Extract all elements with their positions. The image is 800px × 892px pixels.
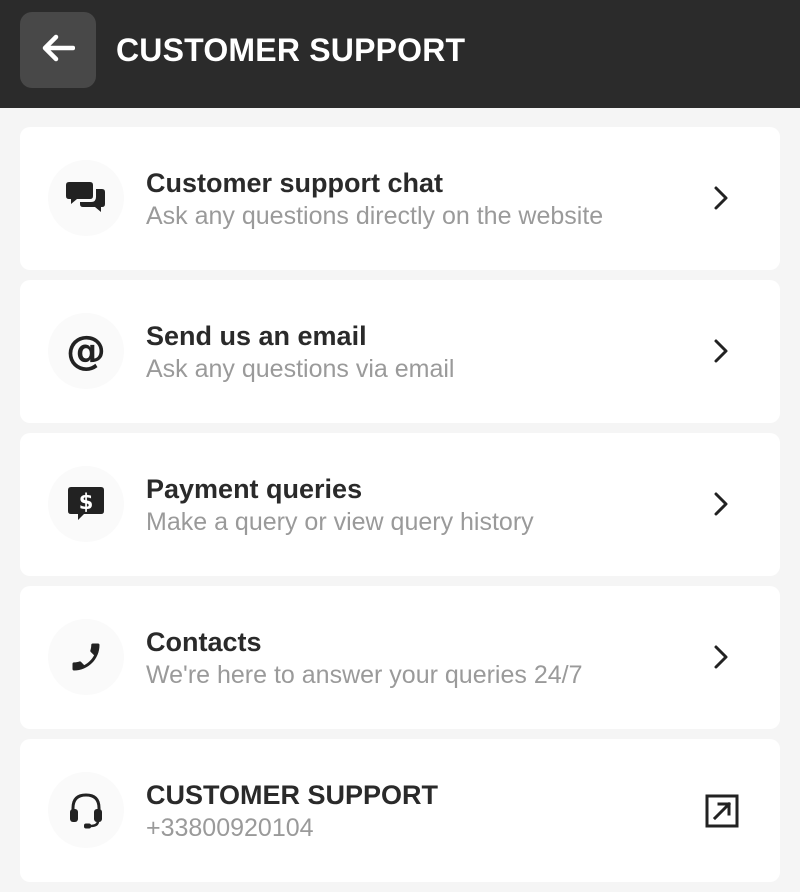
top-bar: CUSTOMER SUPPORT	[0, 0, 800, 108]
phone-icon	[48, 619, 124, 695]
item-subtitle: We're here to answer your queries 24/7	[146, 661, 583, 689]
support-options-list: Customer support chat Ask any questions …	[20, 127, 780, 892]
chevron-right-icon	[706, 489, 736, 519]
item-subtitle: +33800920104	[146, 814, 314, 842]
item-subtitle: Make a query or view query history	[146, 508, 534, 536]
item-title: Payment queries	[146, 474, 363, 504]
support-item-phone-line[interactable]: CUSTOMER SUPPORT +33800920104	[20, 739, 780, 882]
item-title: Customer support chat	[146, 168, 444, 198]
dollar-message-icon: $	[48, 466, 124, 542]
back-button[interactable]	[20, 12, 96, 88]
arrow-left-icon	[41, 34, 76, 67]
headset-icon	[48, 772, 124, 848]
item-title: Contacts	[146, 627, 262, 657]
support-item-contacts[interactable]: Contacts We're here to answer your queri…	[20, 586, 780, 729]
external-link-icon[interactable]	[702, 791, 742, 831]
chevron-right-icon	[706, 183, 736, 213]
item-subtitle: Ask any questions via email	[146, 355, 455, 383]
item-title: Send us an email	[146, 321, 367, 351]
page-title: CUSTOMER SUPPORT	[116, 32, 466, 68]
svg-text:$: $	[79, 490, 94, 514]
support-item-email[interactable]: @ Send us an email Ask any questions via…	[20, 280, 780, 423]
chevron-right-icon	[706, 336, 736, 366]
item-title: CUSTOMER SUPPORT	[146, 780, 439, 810]
item-subtitle: Ask any questions directly on the websit…	[146, 202, 604, 230]
support-item-chat[interactable]: Customer support chat Ask any questions …	[20, 127, 780, 270]
chevron-right-icon	[706, 642, 736, 672]
chat-bubbles-icon	[48, 160, 124, 236]
at-sign-icon: @	[48, 313, 124, 389]
support-item-payment[interactable]: $ Payment queries Make a query or view q…	[20, 433, 780, 576]
